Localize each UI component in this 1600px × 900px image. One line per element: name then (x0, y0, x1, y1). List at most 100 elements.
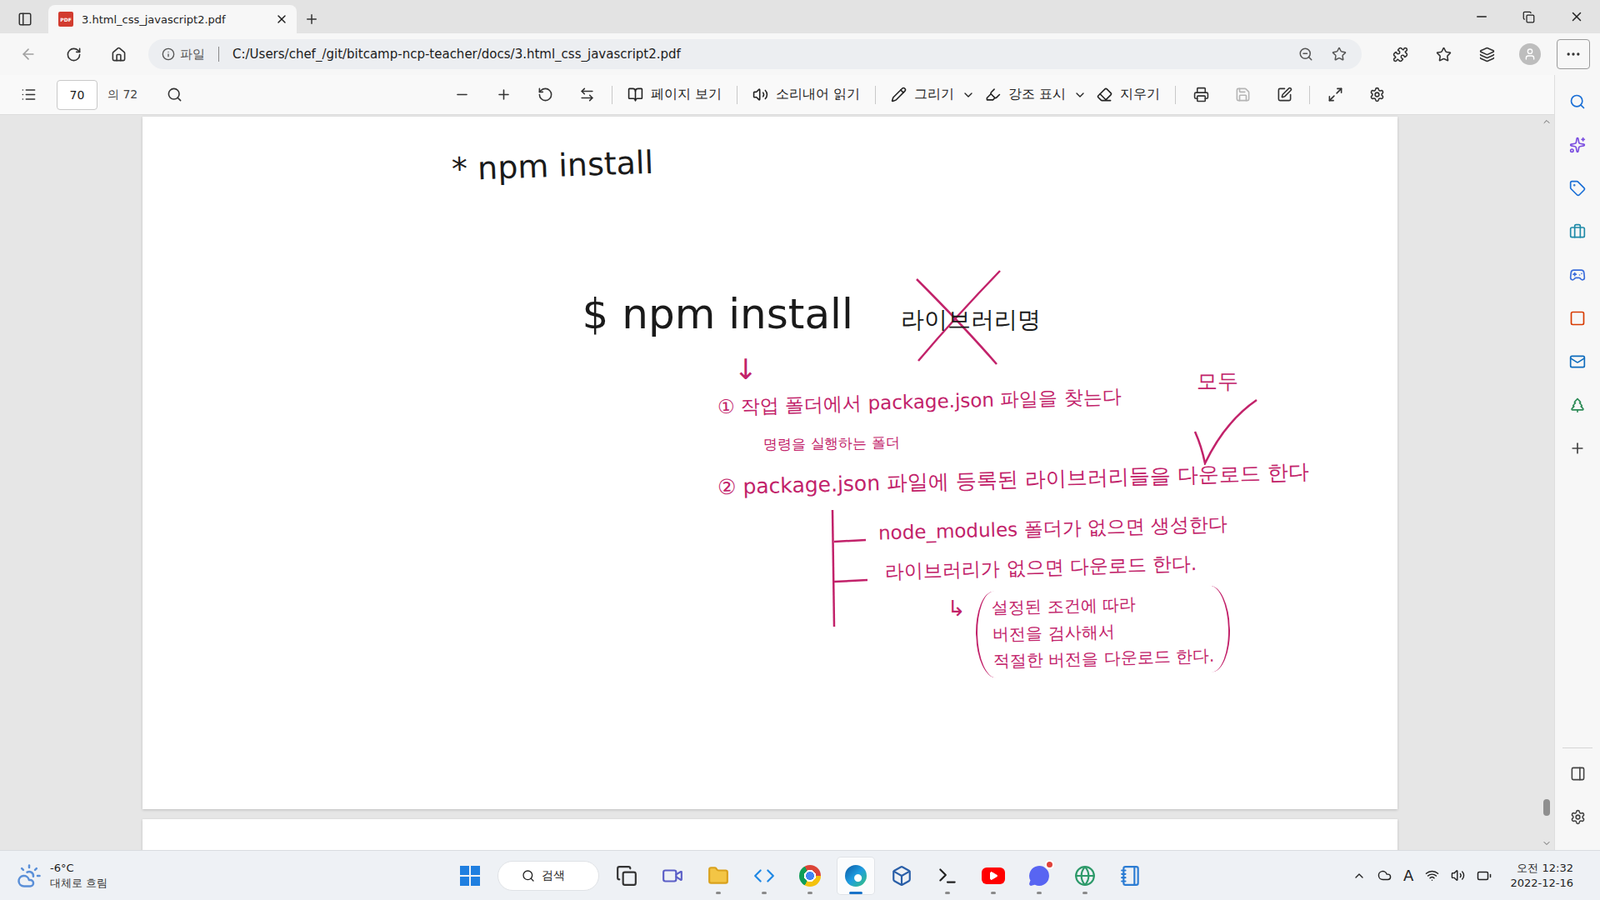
tab-strip: PDF3.html_css_javascript2.pdf (0, 0, 1600, 34)
tab-title: 3.html_css_javascript2.pdf (81, 13, 267, 26)
print-button[interactable] (1185, 80, 1216, 110)
note-step1-sub: 명령을 실행하는 폴더 (762, 434, 900, 455)
erase-button[interactable]: 지우기 (1091, 82, 1165, 107)
save-icon (1235, 86, 1251, 103)
back-button[interactable] (11, 39, 45, 70)
draw-button[interactable]: 그리기 (885, 82, 980, 107)
pdf-toolbar: 70의 72페이지 보기소리내어 읽기그리기강조 표시지우기 (0, 75, 1555, 115)
collections-button[interactable] (1470, 39, 1504, 70)
taskbar-youtube[interactable] (975, 857, 1012, 895)
sidebar-panel-button[interactable] (1560, 756, 1595, 790)
find-button[interactable] (159, 80, 190, 110)
system-tray: A 오전 12:322022-12-16 (1149, 860, 1600, 891)
restore-button[interactable] (1505, 0, 1553, 34)
taskbar-terminal[interactable] (929, 857, 966, 895)
search-icon (1569, 93, 1586, 110)
volume-icon[interactable] (1450, 868, 1465, 883)
pdf-page: * npm install$ npm install라이브러리명↓① 작업 폴더… (142, 116, 1398, 810)
battery-icon[interactable] (1476, 868, 1492, 884)
chevron-down-icon[interactable] (1073, 88, 1087, 102)
scrollbar[interactable] (1539, 115, 1555, 850)
refresh-button[interactable] (56, 39, 90, 70)
taskbar-discord[interactable] (1020, 857, 1058, 895)
browser-tab[interactable]: PDF3.html_css_javascript2.pdf (48, 5, 297, 34)
page-view-icon (627, 86, 644, 103)
taskbar-chrome[interactable] (791, 857, 829, 895)
taskbar-edge[interactable] (837, 857, 875, 895)
new-tab-button[interactable] (296, 5, 327, 34)
sidebar-add-button[interactable] (1560, 431, 1595, 465)
running-indicator (807, 891, 813, 895)
onedrive-icon[interactable] (1377, 868, 1392, 883)
weather-widget[interactable]: -6°C대체로 흐림 (0, 860, 452, 891)
note-all: 모두 (1196, 368, 1239, 395)
sidebar-office-button[interactable] (1560, 301, 1595, 335)
add-favorite-button[interactable] (1326, 46, 1352, 62)
close-button[interactable] (1552, 0, 1600, 34)
taskbar-vscode[interactable] (745, 857, 783, 895)
scroll-thumb[interactable] (1543, 799, 1550, 816)
search-icon (521, 869, 535, 883)
note-hook: ↳ (947, 595, 966, 623)
sidebar-tools-button[interactable] (1560, 215, 1595, 249)
site-info[interactable]: 파일 (161, 46, 205, 63)
read-aloud-button[interactable]: 소리내어 읽기 (747, 82, 865, 107)
minimize-button[interactable] (1457, 0, 1505, 34)
sidebar-outlook-button[interactable] (1560, 345, 1595, 379)
office-icon (1569, 310, 1586, 327)
rotate-icon (537, 86, 554, 103)
home-button[interactable] (101, 39, 135, 70)
zoom-out-button[interactable] (446, 80, 477, 110)
favorites-icon (1435, 46, 1452, 63)
fit-width-icon (579, 86, 595, 103)
edge-sidebar (1554, 75, 1600, 850)
pdf-settings-button[interactable] (1361, 80, 1392, 110)
running-indicator (761, 891, 767, 895)
zoom-in-button[interactable] (488, 80, 519, 110)
detail-line: 설정된 조건에 따라 (990, 589, 1213, 622)
show-hidden-icon[interactable] (1352, 869, 1366, 883)
sidebar-settings-button[interactable] (1560, 800, 1595, 834)
tab-actions-button[interactable] (10, 5, 40, 34)
save-as-button[interactable] (1269, 80, 1300, 110)
contents-button[interactable] (13, 80, 44, 110)
address-field[interactable]: 파일C:/Users/chef_/git/bitcamp-ncp-teacher… (148, 39, 1362, 70)
start-button[interactable] (451, 857, 489, 895)
scroll-down-icon[interactable] (1541, 838, 1552, 849)
refresh-icon (65, 46, 82, 63)
taskbar-task-view[interactable] (608, 857, 645, 895)
sidebar-tree-button[interactable] (1560, 388, 1595, 422)
page-number-field[interactable]: 70 (56, 80, 98, 110)
terminal-icon (936, 865, 959, 887)
highlight-button[interactable]: 강조 표시 (980, 82, 1092, 107)
rotate-button[interactable] (530, 80, 560, 110)
print-icon (1193, 86, 1210, 103)
fullscreen-button[interactable] (1320, 80, 1350, 110)
taskbar-notepad[interactable] (1112, 857, 1150, 895)
sidebar-search-button[interactable] (1560, 85, 1595, 119)
sidebar-copilot-button[interactable] (1560, 128, 1595, 162)
taskbar-maps[interactable] (1066, 857, 1104, 895)
page-view-button[interactable]: 페이지 보기 (622, 82, 727, 107)
youtube-icon (981, 867, 1005, 885)
sidebar-shopping-button[interactable] (1560, 171, 1595, 205)
expand-icon (1327, 86, 1344, 103)
profile-button[interactable] (1513, 39, 1547, 70)
scroll-up-icon[interactable] (1541, 116, 1552, 127)
taskbar-virtualbox[interactable] (883, 857, 920, 895)
zoom-out-button[interactable] (1293, 46, 1319, 62)
clock[interactable]: 오전 12:322022-12-16 (1510, 860, 1587, 891)
menu-button[interactable] (1556, 39, 1590, 70)
chevron-down-icon[interactable] (961, 88, 975, 102)
chrome-icon (799, 865, 821, 887)
fit-width-button[interactable] (571, 80, 602, 110)
input-indicator[interactable]: A (1403, 866, 1414, 885)
taskbar-search[interactable]: 검색 (497, 860, 600, 891)
sidebar-games-button[interactable] (1560, 258, 1595, 292)
extensions-button[interactable] (1383, 39, 1417, 70)
taskbar-files[interactable] (700, 857, 737, 895)
wifi-icon[interactable] (1425, 868, 1440, 883)
favorites-button[interactable] (1426, 39, 1460, 70)
taskbar-meet[interactable] (654, 857, 691, 895)
close-icon[interactable] (275, 12, 289, 26)
